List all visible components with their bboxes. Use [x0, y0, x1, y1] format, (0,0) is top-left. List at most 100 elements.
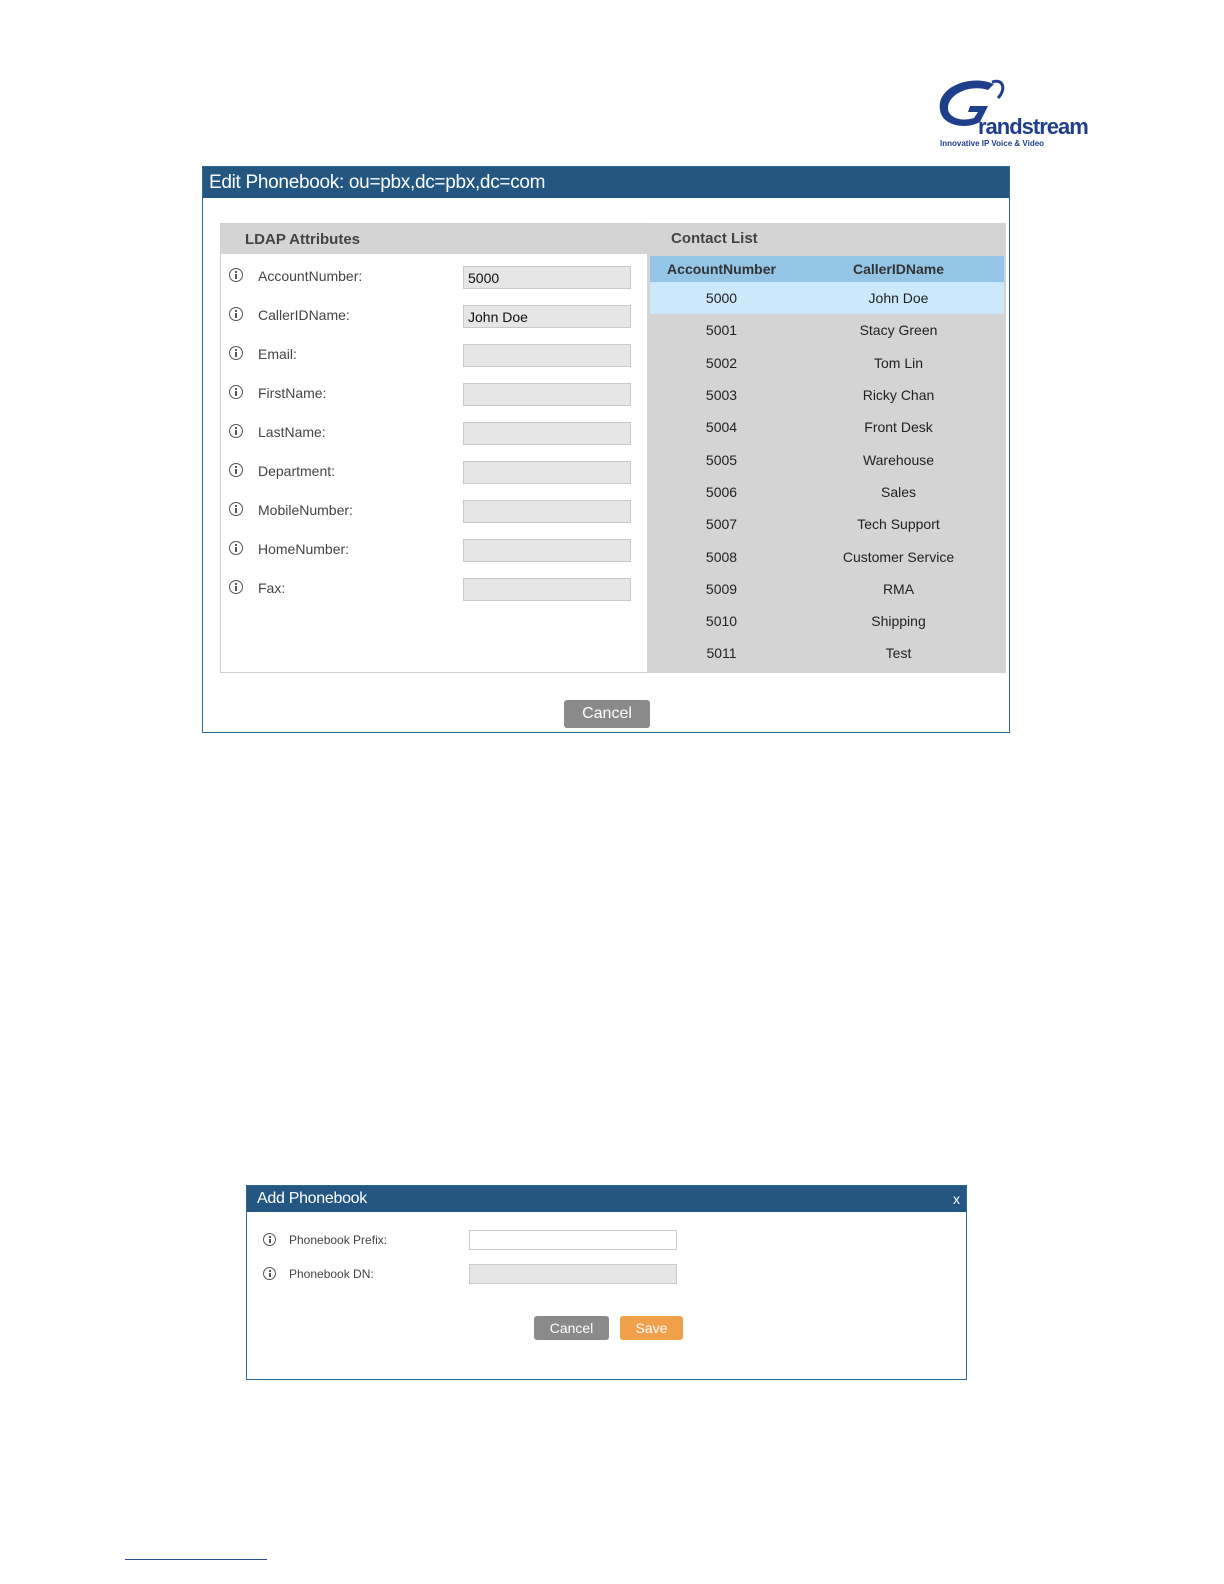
info-icon[interactable]	[229, 307, 243, 321]
edit-phonebook-dialog: Edit Phonebook: ou=pbx,dc=pbx,dc=com LDA…	[202, 166, 1010, 733]
cell-name: Stacy Green	[859, 322, 938, 339]
field-email: Email:	[221, 344, 647, 368]
field-phonebook-prefix: Phonebook Prefix:	[247, 1230, 966, 1252]
info-icon[interactable]	[229, 463, 243, 477]
field-callerid-name: CallerIDName:	[221, 305, 647, 329]
table-row[interactable]: 5009 RMA	[650, 573, 1004, 605]
cell-name: John Doe	[793, 282, 1004, 315]
field-label: AccountNumber:	[258, 268, 363, 284]
table-row[interactable]: 5006 Sales	[650, 476, 1004, 508]
table-row[interactable]: 5008 Customer Service	[650, 540, 1004, 572]
cell-account: 5007	[705, 516, 738, 533]
field-label: Email:	[258, 346, 297, 362]
cancel-button[interactable]: Cancel	[564, 700, 650, 728]
info-icon[interactable]	[229, 346, 243, 360]
edit-dialog-title: Edit Phonebook: ou=pbx,dc=pbx,dc=com	[203, 167, 1009, 198]
ldap-panel-title: LDAP Attributes	[221, 224, 647, 254]
info-icon[interactable]	[229, 268, 243, 282]
info-icon[interactable]	[229, 424, 243, 438]
logo-tagline: Innovative IP Voice & Video	[940, 139, 1045, 148]
table-row[interactable]: 5005 Warehouse	[650, 443, 1004, 475]
cell-name: Ricky Chan	[862, 387, 935, 404]
add-phonebook-dialog: Add Phonebook x Phonebook Prefix: Phoneb…	[246, 1185, 967, 1380]
home-number-input[interactable]	[463, 539, 631, 562]
column-header-account-number[interactable]: AccountNumber	[650, 256, 793, 282]
fax-input[interactable]	[463, 578, 631, 601]
field-phonebook-dn: Phonebook DN:	[247, 1264, 966, 1286]
table-row[interactable]: 5001 Stacy Green	[650, 314, 1004, 346]
footer-link-underline	[125, 1559, 267, 1560]
cell-name: Shipping	[871, 613, 926, 630]
ldap-attributes-panel: LDAP Attributes AccountNumber: CallerIDN…	[220, 223, 648, 673]
contact-panel-title: Contact List	[647, 223, 1006, 253]
cell-account: 5006	[705, 483, 738, 500]
table-row[interactable]: 5004 Front Desk	[650, 411, 1004, 443]
save-button[interactable]: Save	[620, 1316, 683, 1340]
column-header-callerid-name[interactable]: CallerIDName	[793, 256, 1004, 282]
table-row[interactable]: 5010 Shipping	[650, 605, 1004, 637]
cell-name: Tech Support	[857, 516, 940, 533]
info-icon[interactable]	[229, 385, 243, 399]
cell-account: 5004	[705, 419, 738, 436]
cell-account: 5001	[705, 322, 738, 339]
cell-name: Test	[885, 645, 912, 662]
info-icon[interactable]	[263, 1233, 276, 1246]
field-mobile-number: MobileNumber:	[221, 500, 647, 524]
table-row[interactable]: 5011 Test	[650, 637, 1004, 669]
phonebook-prefix-input[interactable]	[469, 1230, 677, 1250]
cell-account: 5008	[705, 548, 738, 565]
close-icon[interactable]: x	[953, 1190, 960, 1208]
field-label: MobileNumber:	[258, 502, 353, 518]
info-icon[interactable]	[229, 541, 243, 555]
cancel-button[interactable]: Cancel	[534, 1316, 609, 1340]
contact-table: AccountNumber CallerIDName 5000 John Doe…	[650, 256, 1004, 670]
cell-name: RMA	[882, 580, 915, 597]
field-account-number: AccountNumber:	[221, 266, 647, 290]
cell-account: 5002	[705, 354, 738, 371]
cell-account: 5011	[706, 645, 737, 662]
phonebook-dn-input[interactable]	[469, 1264, 677, 1284]
callerid-name-input[interactable]	[463, 305, 631, 328]
info-icon[interactable]	[263, 1267, 276, 1280]
cell-name: Warehouse	[862, 451, 935, 468]
table-header-row: AccountNumber CallerIDName	[650, 256, 1004, 282]
cell-name: Customer Service	[842, 548, 955, 565]
info-icon[interactable]	[229, 580, 243, 594]
field-label: Phonebook DN:	[289, 1267, 374, 1281]
grandstream-logo: randstream Innovative IP Voice & Video	[932, 76, 1089, 154]
table-row[interactable]: 5007 Tech Support	[650, 508, 1004, 540]
field-label: CallerIDName:	[258, 307, 350, 323]
first-name-input[interactable]	[463, 383, 631, 406]
field-first-name: FirstName:	[221, 383, 647, 407]
cell-account: 5010	[705, 613, 738, 630]
table-row[interactable]: 5002 Tom Lin	[650, 347, 1004, 379]
cell-account: 5003	[705, 387, 738, 404]
field-label: FirstName:	[258, 385, 327, 401]
field-home-number: HomeNumber:	[221, 539, 647, 563]
field-label: HomeNumber:	[258, 541, 350, 557]
cell-name: Sales	[880, 483, 917, 500]
field-label: Fax:	[258, 580, 286, 596]
cell-name: Front Desk	[864, 419, 933, 436]
cell-name: Tom Lin	[873, 354, 924, 371]
add-dialog-title: Add Phonebook	[247, 1186, 966, 1212]
cell-account: 5000	[650, 282, 793, 315]
account-number-input[interactable]	[463, 266, 631, 289]
department-input[interactable]	[463, 461, 631, 484]
info-icon[interactable]	[229, 502, 243, 516]
cell-account: 5005	[705, 451, 738, 468]
logo-wordmark: randstream	[978, 114, 1089, 139]
last-name-input[interactable]	[463, 422, 631, 445]
cell-account: 5009	[705, 580, 738, 597]
mobile-number-input[interactable]	[463, 500, 631, 523]
field-department: Department:	[221, 461, 647, 485]
field-last-name: LastName:	[221, 422, 647, 446]
table-row[interactable]: 5003 Ricky Chan	[650, 379, 1004, 411]
contact-list-panel: Contact List AccountNumber CallerIDName …	[647, 223, 1006, 673]
field-label: Department:	[258, 463, 336, 479]
table-row[interactable]: 5000 John Doe	[650, 282, 1004, 315]
field-label: Phonebook Prefix:	[289, 1233, 388, 1247]
field-label: LastName:	[258, 424, 326, 440]
field-fax: Fax:	[221, 578, 647, 602]
email-input[interactable]	[463, 344, 631, 367]
